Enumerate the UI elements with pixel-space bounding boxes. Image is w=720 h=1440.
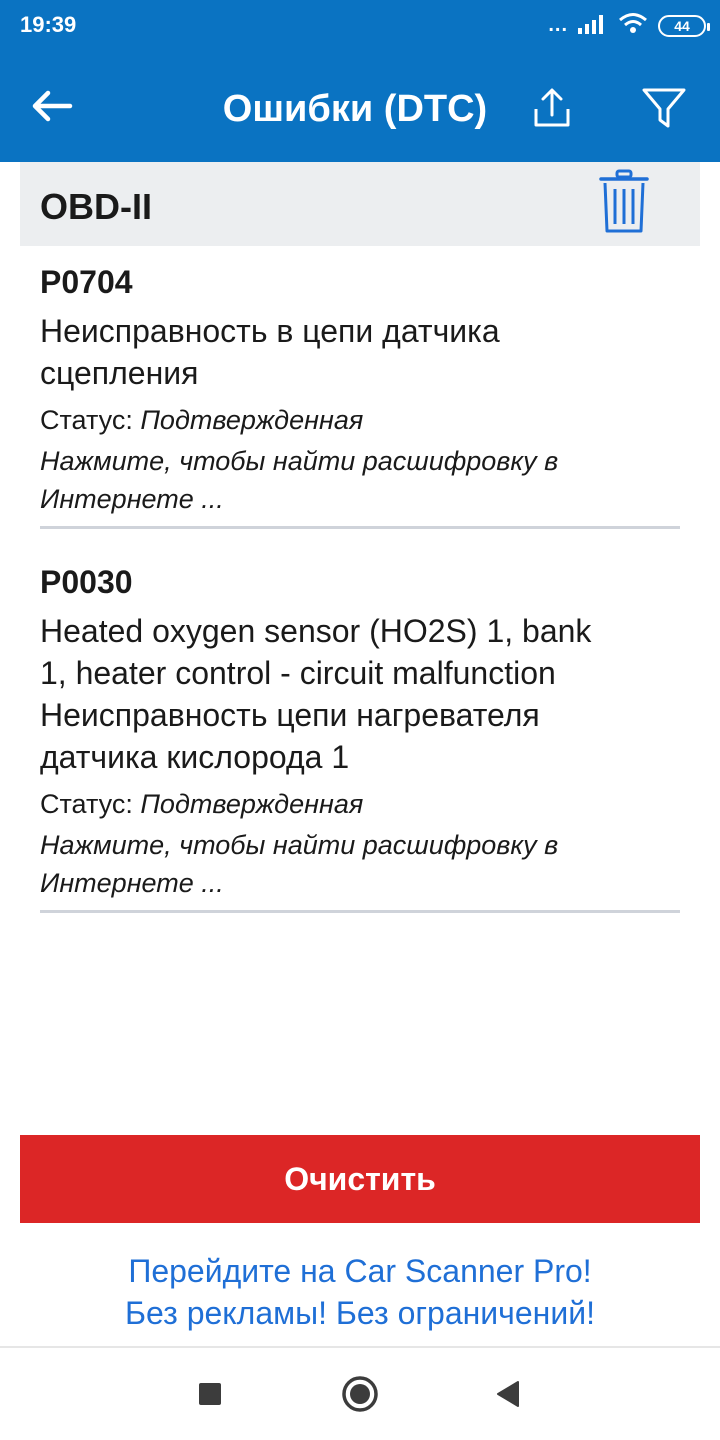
square-icon <box>197 1381 223 1412</box>
dtc-status-value: Подтвержденная <box>140 405 364 435</box>
app-bar: Ошибки (DTC) <box>0 54 720 162</box>
signal-icon <box>578 12 608 39</box>
dtc-status-value: Подтвержденная <box>140 789 364 819</box>
back-button[interactable] <box>24 80 80 136</box>
dtc-status: Статус: Подтвержденная <box>40 786 680 822</box>
section-title: OBD-II <box>40 186 152 227</box>
clear-button[interactable]: Очистить <box>20 1135 700 1223</box>
share-button[interactable] <box>522 80 582 140</box>
dtc-status-label: Статус: <box>40 405 141 435</box>
promo-line-2: Без рекламы! Без ограничений! <box>125 1295 595 1331</box>
dtc-lookup-link[interactable]: Нажмите, чтобы найти расшифровку в Интер… <box>40 442 680 526</box>
circle-icon <box>340 1374 380 1419</box>
promo-line-1: Перейдите на Car Scanner Pro! <box>128 1253 592 1289</box>
arrow-left-icon <box>30 90 74 127</box>
share-icon <box>532 87 572 134</box>
dtc-description: Heated oxygen sensor (HO2S) 1, bank 1, h… <box>40 613 592 775</box>
delete-button[interactable] <box>596 168 652 240</box>
filter-button[interactable] <box>632 80 696 140</box>
dtc-code: P0030 <box>40 564 133 600</box>
triangle-back-icon <box>494 1379 522 1414</box>
section-header: OBD-II <box>20 162 700 246</box>
system-back-button[interactable] <box>484 1372 532 1420</box>
battery-icon: 44 <box>658 14 710 37</box>
dtc-description: Неисправность в цепи датчика сцепления <box>40 313 500 391</box>
filter-icon <box>641 86 687 135</box>
dtc-status-label: Статус: <box>40 789 141 819</box>
status-time: 19:39 <box>20 12 77 37</box>
system-nav-bar <box>0 1346 720 1440</box>
dtc-lookup-link[interactable]: Нажмите, чтобы найти расшифровку в Интер… <box>40 826 680 910</box>
notification-dots: ... <box>548 14 568 36</box>
page-title: Ошибки (DTC) <box>222 88 488 130</box>
dtc-item[interactable]: P0704 Неисправность в цепи датчика сцепл… <box>40 262 680 529</box>
promo-link[interactable]: Перейдите на Car Scanner Pro! Без реклам… <box>0 1250 720 1334</box>
dtc-code: P0704 <box>40 264 133 300</box>
recents-button[interactable] <box>186 1372 234 1420</box>
home-button[interactable] <box>336 1372 384 1420</box>
wifi-icon <box>618 12 648 39</box>
trash-icon <box>598 169 650 240</box>
status-bar: 19:39 ... 44 <box>0 0 720 54</box>
battery-level: 44 <box>674 17 690 34</box>
dtc-item[interactable]: P0030 Heated oxygen sensor (HO2S) 1, ban… <box>40 562 680 913</box>
status-icons: ... 44 <box>548 12 710 39</box>
dtc-status: Статус: Подтвержденная <box>40 402 680 438</box>
